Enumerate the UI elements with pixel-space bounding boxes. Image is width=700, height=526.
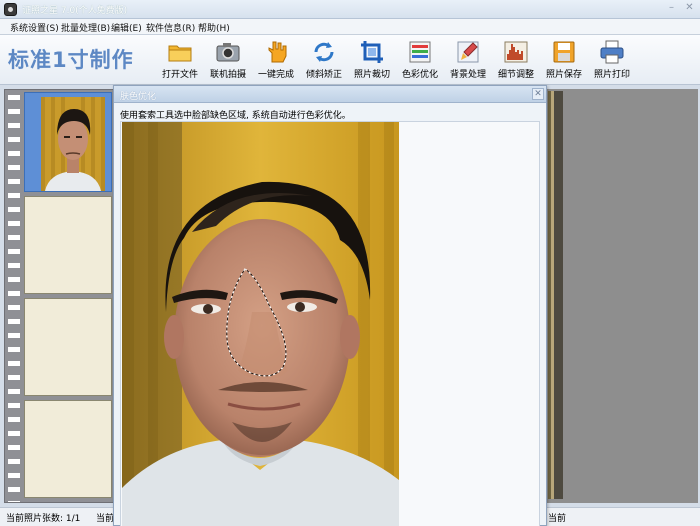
film-frame-empty[interactable] bbox=[24, 298, 112, 396]
tethered-shoot-label: 联机拍摄 bbox=[209, 70, 246, 80]
menu-software-info[interactable]: 软件信息(R) bbox=[146, 21, 195, 34]
one-click-button[interactable]: 一键完成 bbox=[250, 39, 302, 83]
film-frame-empty[interactable] bbox=[24, 196, 112, 294]
tilt-correct-button[interactable]: 倾斜矫正 bbox=[298, 39, 350, 83]
photo-filmstrip bbox=[4, 89, 114, 503]
canvas-photo-edge bbox=[548, 91, 563, 499]
brand-title: 标准1寸制作 bbox=[8, 48, 134, 72]
current-status-right: 当前 bbox=[548, 514, 567, 524]
portrait-photo[interactable] bbox=[122, 122, 399, 526]
hand-icon bbox=[268, 41, 287, 63]
color-optimize-label: 色彩优化 bbox=[401, 70, 438, 80]
menu-help[interactable]: 帮助(H) bbox=[198, 21, 230, 34]
one-click-label: 一键完成 bbox=[257, 70, 294, 80]
photo-crop-button[interactable]: 照片裁切 bbox=[346, 39, 398, 83]
color-optimize-button[interactable]: 色彩优化 bbox=[394, 39, 446, 83]
menu-bar: 系统设置(S) 批量处理(B) 编辑(E) 软件信息(R) 帮助(H) bbox=[0, 19, 700, 35]
film-frame-empty[interactable] bbox=[24, 400, 112, 498]
photo-save-button[interactable]: 照片保存 bbox=[538, 39, 590, 83]
detail-adjust-label: 细节调整 bbox=[497, 70, 534, 80]
photo-edit-panel bbox=[120, 121, 540, 526]
skin-optimize-dialog: 肤色优化 ✕ 使用套索工具选中脸部缺色区域, 系统自动进行色彩优化。 bbox=[113, 85, 547, 526]
photo-print-button[interactable]: 照片打印 bbox=[586, 39, 638, 83]
current-status: 当前 bbox=[96, 514, 115, 524]
folder-icon bbox=[168, 45, 192, 62]
paint-brush-icon bbox=[457, 41, 479, 63]
open-file-button[interactable]: 打开文件 bbox=[154, 39, 206, 83]
photo-thumbnail bbox=[41, 97, 105, 191]
lasso-hint-text: 使用套索工具选中脸部缺色区域, 系统自动进行色彩优化。 bbox=[120, 111, 351, 121]
dialog-title-bar: 肤色优化 ✕ bbox=[114, 86, 546, 103]
photo-crop-label: 照片裁切 bbox=[353, 70, 390, 80]
crop-icon bbox=[361, 41, 383, 63]
window-title: 证照之星 7.0(个人免费版) bbox=[22, 6, 128, 16]
menu-batch-process[interactable]: 批量处理(B) bbox=[61, 21, 110, 34]
minimize-button[interactable]: – bbox=[666, 3, 677, 14]
background-process-label: 背景处理 bbox=[449, 70, 486, 80]
photo-count-status: 当前照片张数: 1/1 bbox=[6, 514, 81, 524]
toolbar: 标准1寸制作 打开文件 联机拍摄 一键完成 倾斜矫正 照片裁切 色彩优化 背景处… bbox=[0, 35, 700, 85]
printer-icon bbox=[600, 40, 624, 64]
background-process-button[interactable]: 背景处理 bbox=[442, 39, 494, 83]
rotate-icon bbox=[314, 42, 334, 62]
film-frame-selected[interactable] bbox=[24, 92, 112, 192]
dialog-close-button[interactable]: ✕ bbox=[532, 88, 544, 100]
film-sprocket-holes bbox=[8, 90, 20, 502]
photo-save-label: 照片保存 bbox=[545, 70, 582, 80]
dialog-title: 肤色优化 bbox=[120, 92, 157, 102]
tilt-correct-label: 倾斜矫正 bbox=[305, 70, 342, 80]
menu-system-settings[interactable]: 系统设置(S) bbox=[10, 21, 59, 34]
close-button[interactable]: ✕ bbox=[684, 3, 695, 14]
photo-print-label: 照片打印 bbox=[593, 70, 630, 80]
app-camera-icon bbox=[4, 3, 17, 16]
open-file-label: 打开文件 bbox=[161, 70, 198, 80]
camera-icon bbox=[216, 43, 240, 62]
tethered-shoot-button[interactable]: 联机拍摄 bbox=[202, 39, 254, 83]
save-icon bbox=[553, 41, 575, 63]
color-bars-icon bbox=[409, 41, 431, 63]
menu-edit[interactable]: 编辑(E) bbox=[111, 21, 142, 34]
histogram-icon bbox=[504, 41, 528, 63]
title-bar: 证照之星 7.0(个人免费版) – ✕ bbox=[0, 0, 700, 19]
detail-adjust-button[interactable]: 细节调整 bbox=[490, 39, 542, 83]
